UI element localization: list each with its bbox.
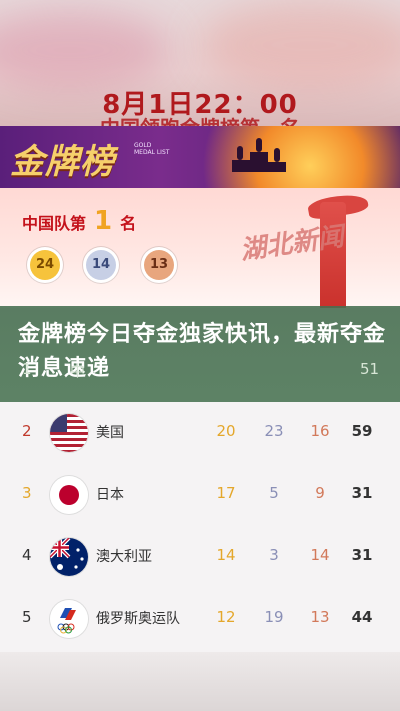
row-rank: 3 xyxy=(22,484,32,502)
row-country: 俄罗斯奥运队 xyxy=(96,611,180,627)
table-row: 2 美国 20 23 16 59 xyxy=(0,402,400,462)
china-rank-line: 中国队第 1 名 xyxy=(22,206,136,236)
row-total: 44 xyxy=(351,608,373,626)
sunburst-graphic xyxy=(180,126,400,188)
blur-decoration xyxy=(200,0,400,90)
row-total: 51 xyxy=(360,360,380,378)
row-bronze: 16 xyxy=(310,422,330,440)
row-gold: 17 xyxy=(216,484,236,502)
row-country: 日本 xyxy=(96,487,124,503)
row-total: 31 xyxy=(351,546,373,564)
roc-flag-icon xyxy=(50,600,88,638)
china-rank-number: 1 xyxy=(94,206,113,236)
row-bronze: 14 xyxy=(310,546,330,564)
row-country: 中 xyxy=(70,362,86,380)
bottom-blurred-area xyxy=(0,652,400,711)
table-row: 5 俄罗斯奥运队 12 19 13 44 xyxy=(0,588,400,648)
huabiao-pillar-icon xyxy=(320,202,346,308)
table-row-faded: 1 中 51 xyxy=(0,350,400,394)
row-silver: 3 xyxy=(269,546,279,564)
medal-list-banner: 金牌榜 GOLD MEDAL LIST xyxy=(0,126,400,188)
banner-subtitle: GOLD MEDAL LIST xyxy=(134,142,170,156)
rank-suffix: 名 xyxy=(120,214,137,233)
row-silver: 23 xyxy=(264,422,284,440)
top-blurred-header: 8月1日22：00 中国领跑金牌榜第一名 xyxy=(0,0,400,130)
row-country: 澳大利亚 xyxy=(96,549,152,565)
china-summary-card: 湖北新闻 中国队第 1 名 24 14 13 xyxy=(0,188,400,308)
row-rank: 2 xyxy=(22,422,32,440)
table-row: 3 日本 17 5 9 31 xyxy=(0,464,400,524)
row-rank: 1 xyxy=(22,360,32,378)
row-total: 31 xyxy=(351,484,373,502)
row-total: 59 xyxy=(351,422,373,440)
medal-table: 2 美国 20 23 16 59 3 日本 17 5 9 31 4 澳大利亚 1… xyxy=(0,402,400,652)
blur-decoration xyxy=(0,10,170,90)
banner-title: 金牌榜 xyxy=(10,142,115,182)
row-silver: 19 xyxy=(264,608,284,626)
row-country: 美国 xyxy=(96,425,124,441)
row-rank: 4 xyxy=(22,546,32,564)
row-rank: 5 xyxy=(22,608,32,626)
table-row: 4 澳大利亚 14 3 14 31 xyxy=(0,526,400,586)
japan-flag-icon xyxy=(50,476,88,514)
row-bronze: 9 xyxy=(315,484,325,502)
silver-medal-count: 14 xyxy=(86,250,116,280)
row-gold: 20 xyxy=(216,422,236,440)
row-gold: 12 xyxy=(216,608,236,626)
bronze-medal-count: 13 xyxy=(144,250,174,280)
row-gold: 14 xyxy=(216,546,236,564)
gold-medal-count: 24 xyxy=(30,250,60,280)
usa-flag-icon xyxy=(50,414,88,452)
rank-prefix: 中国队第 xyxy=(22,214,87,233)
row-silver: 5 xyxy=(269,484,279,502)
row-bronze: 13 xyxy=(310,608,330,626)
australia-flag-icon xyxy=(50,538,88,576)
